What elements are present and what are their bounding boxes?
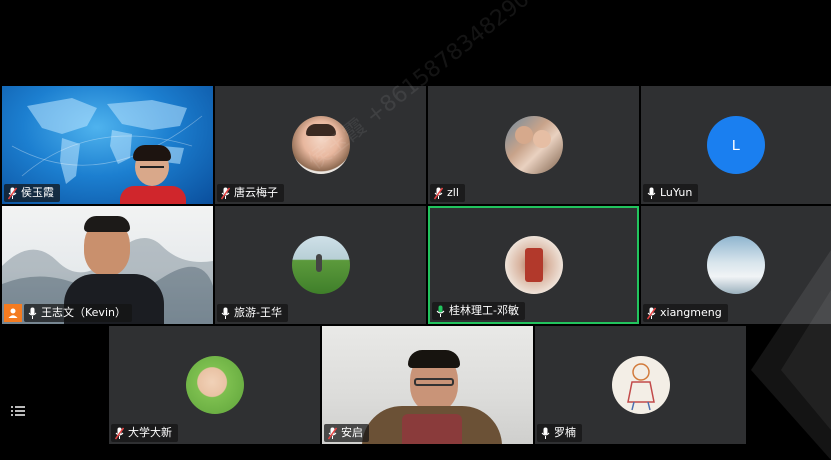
participant-name: 罗楠 — [554, 426, 576, 439]
video-tile-anqi[interactable]: 安启 — [322, 326, 533, 444]
participant-list-icon[interactable] — [10, 403, 26, 419]
letter-avatar: L — [707, 116, 765, 174]
video-tile-daxin[interactable]: 大学大新 — [109, 326, 320, 444]
person-video — [362, 348, 502, 444]
participant-name: 安启 — [341, 426, 363, 439]
video-tile-hou[interactable]: 侯玉霞 — [2, 86, 213, 204]
participant-name: 桂林理工-邓敏 — [449, 304, 519, 317]
participant-name: 侯玉霞 — [21, 186, 54, 199]
mic-muted-icon — [115, 427, 124, 439]
video-tile-wang-kevin[interactable]: 王志文（Kevin） — [2, 206, 213, 324]
name-tag: LuYun — [643, 184, 699, 202]
participant-name: zll — [447, 186, 459, 199]
mic-speaking-icon — [436, 305, 445, 317]
participant-name: xiangmeng — [660, 306, 722, 319]
host-badge-icon — [4, 304, 22, 322]
name-tag: 安启 — [324, 424, 369, 442]
video-tile-wanghua[interactable]: 旅游-王华 — [215, 206, 426, 324]
next-page-arrow-icon[interactable] — [751, 250, 831, 460]
name-tag: 旅游-王华 — [217, 304, 288, 322]
video-tile-luonan[interactable]: 罗楠 — [535, 326, 746, 444]
name-tag: 罗楠 — [537, 424, 582, 442]
mic-icon — [541, 427, 550, 439]
mic-icon — [647, 187, 656, 199]
avatar — [291, 236, 350, 294]
name-tag: 桂林理工-邓敏 — [432, 302, 525, 320]
mic-icon — [28, 307, 37, 319]
avatar — [504, 236, 563, 294]
video-tile-dengmin[interactable]: 桂林理工-邓敏 — [428, 206, 639, 324]
name-tag: 大学大新 — [111, 424, 178, 442]
participant-name: 大学大新 — [128, 426, 172, 439]
avatar — [291, 116, 350, 174]
video-tile-zll[interactable]: zll — [428, 86, 639, 204]
mic-muted-icon — [8, 187, 17, 199]
participant-name: 唐云梅子 — [234, 186, 278, 199]
video-tile-luyun[interactable]: L LuYun — [641, 86, 831, 204]
participant-name: LuYun — [660, 186, 693, 199]
name-tag: xiangmeng — [643, 304, 728, 322]
name-tag: 侯玉霞 — [4, 184, 60, 202]
mic-icon — [221, 307, 230, 319]
name-tag: 唐云梅子 — [217, 184, 284, 202]
mic-muted-icon — [434, 187, 443, 199]
avatar — [611, 356, 670, 414]
participant-name: 王志文（Kevin） — [41, 306, 126, 319]
participant-name: 旅游-王华 — [234, 306, 282, 319]
mic-muted-icon — [647, 307, 656, 319]
name-tag: zll — [430, 184, 465, 202]
name-tag: 王志文（Kevin） — [24, 304, 132, 322]
avatar — [185, 356, 244, 414]
video-tile-tang[interactable]: 唐云梅子 — [215, 86, 426, 204]
mic-muted-icon — [328, 427, 337, 439]
mic-muted-icon — [221, 187, 230, 199]
person-video — [120, 145, 186, 204]
avatar — [504, 116, 563, 174]
